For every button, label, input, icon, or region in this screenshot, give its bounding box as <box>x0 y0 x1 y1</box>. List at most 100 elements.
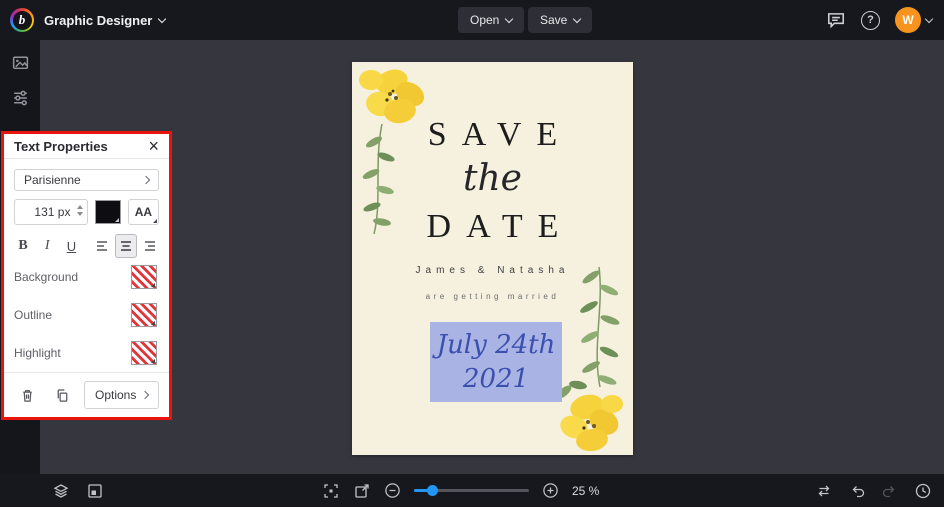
chevron-down-icon <box>505 14 514 23</box>
background-label: Background <box>14 270 79 284</box>
text-layer-subtitle[interactable]: are getting married <box>352 292 633 301</box>
app-switcher[interactable]: Graphic Designer <box>44 13 167 28</box>
zoom-in-button[interactable] <box>542 482 559 499</box>
slider-handle[interactable] <box>427 485 438 496</box>
options-button[interactable]: Options <box>84 381 159 409</box>
chevron-right-icon <box>140 390 150 400</box>
text-layer-names[interactable]: James & Natasha <box>352 265 633 276</box>
redo-button[interactable] <box>881 482 899 500</box>
zoom-slider[interactable] <box>414 484 529 497</box>
help-glyph: ? <box>867 14 874 26</box>
layers-button[interactable] <box>52 482 70 500</box>
help-button[interactable]: ? <box>861 10 880 30</box>
italic-button[interactable]: I <box>36 234 58 258</box>
panel-footer: Options <box>4 372 169 417</box>
undo-icon <box>852 485 865 497</box>
canvas-icon <box>88 483 102 498</box>
align-left-button[interactable] <box>91 234 113 258</box>
feedback-button[interactable] <box>826 10 846 30</box>
letter-case-button[interactable]: AA <box>127 199 159 225</box>
close-icon: × <box>148 136 159 157</box>
account-menu[interactable]: W <box>895 7 934 33</box>
avatar: W <box>895 7 921 33</box>
zoom-out-icon <box>385 483 400 498</box>
date-text-line1: July 24th <box>436 330 556 360</box>
highlight-label: Highlight <box>14 346 61 360</box>
text-layer-date[interactable]: DATE <box>352 208 633 246</box>
logo-letter: b <box>12 10 32 30</box>
open-button[interactable]: Open <box>458 7 525 33</box>
help-icon: ? <box>861 10 880 30</box>
duplicate-icon <box>57 388 67 402</box>
font-size-stepper[interactable] <box>77 205 84 216</box>
font-size-row: 131 px AA <box>14 199 159 225</box>
image-manager-button[interactable] <box>11 53 30 72</box>
adjustments-button[interactable] <box>11 88 30 107</box>
italic-label: I <box>44 238 50 253</box>
text-layer-the[interactable]: the <box>352 158 633 199</box>
swatch-corner-icon <box>151 283 155 287</box>
app-root: { "topbar": { "logo_letter": "b", "app_t… <box>0 0 944 507</box>
fit-screen-icon <box>324 483 338 498</box>
close-panel-button[interactable]: × <box>148 137 159 155</box>
undo-button[interactable] <box>848 482 866 500</box>
align-right-icon <box>144 241 155 251</box>
open-in-new-icon <box>355 483 369 498</box>
comments-icon <box>828 13 844 29</box>
chevron-down-icon <box>573 14 582 23</box>
befunky-logo[interactable]: b <box>10 8 34 32</box>
swap-template-button[interactable] <box>815 482 833 500</box>
flower-graphic-bottom-right <box>556 380 623 452</box>
fit-screen-button[interactable] <box>322 482 340 500</box>
text-layer-save[interactable]: SAVE <box>352 116 633 154</box>
underline-button[interactable]: U <box>60 234 82 258</box>
background-color-swatch[interactable] <box>131 265 157 289</box>
zoom-in-icon <box>543 483 558 498</box>
format-row: B I U <box>12 234 161 258</box>
save-button[interactable]: Save <box>528 7 593 33</box>
bold-button[interactable]: B <box>12 234 34 258</box>
full-view-button[interactable] <box>353 482 371 500</box>
trash-icon <box>22 389 32 402</box>
selected-text-layer[interactable]: July 24th 2021 <box>430 322 562 402</box>
outline-label: Outline <box>14 308 53 322</box>
swatch-corner-icon <box>151 359 155 363</box>
highlight-row: Highlight <box>14 341 157 365</box>
text-properties-panel: Text Properties × Parisienne 131 px AA B <box>1 131 172 420</box>
swatch-corner-icon <box>114 218 119 222</box>
chevron-down-icon <box>924 14 934 23</box>
outline-color-swatch[interactable] <box>131 303 157 327</box>
leaves-graphic-right <box>580 266 620 388</box>
outline-row: Outline <box>14 303 157 327</box>
highlight-color-swatch[interactable] <box>131 341 157 365</box>
layers-icon <box>53 483 69 498</box>
date-text-line2: 2021 <box>462 364 530 394</box>
underline-label: U <box>66 238 77 254</box>
options-label: Options <box>95 388 137 402</box>
redo-icon <box>882 485 895 497</box>
canvas-settings-button[interactable] <box>86 482 104 500</box>
align-center-icon <box>120 241 131 251</box>
panel-title: Text Properties <box>14 138 108 154</box>
font-family-select[interactable]: Parisienne <box>14 169 159 191</box>
bold-label: B <box>18 238 28 253</box>
align-left-icon <box>96 241 107 251</box>
sliders-icon <box>13 90 27 106</box>
font-size-input[interactable]: 131 px <box>14 199 89 225</box>
duplicate-layer-button[interactable] <box>49 382 75 408</box>
design-canvas[interactable]: SAVE the DATE James & Natasha are gettin… <box>352 62 633 455</box>
delete-layer-button[interactable] <box>14 382 40 408</box>
open-button-label: Open <box>470 13 500 27</box>
panel-header: Text Properties × <box>4 134 169 160</box>
text-color-swatch[interactable] <box>95 200 121 224</box>
chevron-down-icon <box>158 14 167 23</box>
letter-case-label: AA <box>134 205 153 219</box>
font-family-value: Parisienne <box>24 173 81 188</box>
align-center-button[interactable] <box>114 234 137 258</box>
align-right-button[interactable] <box>139 234 161 258</box>
topbar-right-group: ? W <box>826 0 934 40</box>
background-row: Background <box>14 265 157 289</box>
swatch-corner-icon <box>152 219 157 223</box>
zoom-out-button[interactable] <box>384 482 401 499</box>
history-button[interactable] <box>914 482 932 500</box>
